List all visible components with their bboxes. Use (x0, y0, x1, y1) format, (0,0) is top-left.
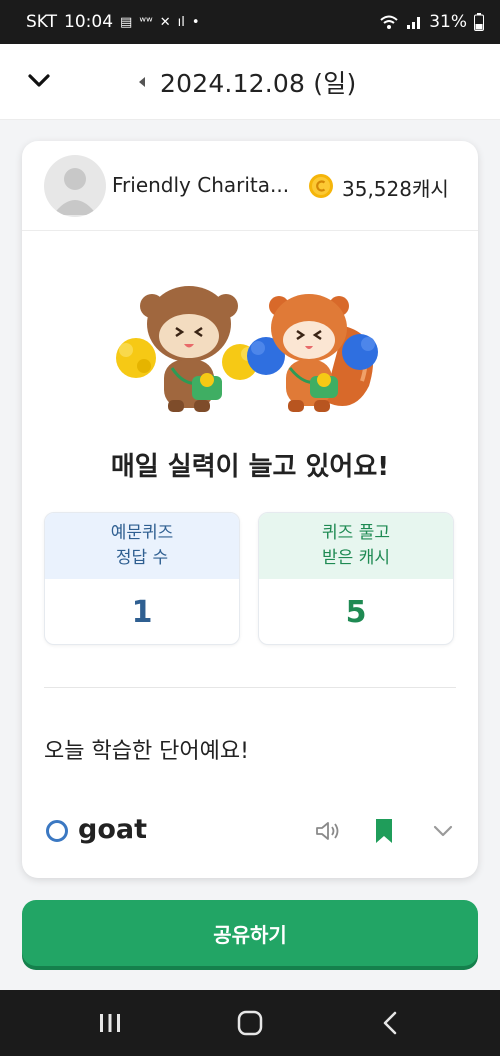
stat-label-line2: 받은 캐시 (322, 548, 390, 568)
speaker-icon[interactable] (314, 819, 342, 843)
chevron-down-icon[interactable] (432, 822, 454, 840)
user-silhouette-icon (53, 168, 97, 215)
status-bar: SKT 10:04 ▤ ʷʷ ✕ ıl • 31% (0, 0, 500, 44)
bars-icon: ıl (177, 14, 185, 30)
quiz-cash-earned: 5 (345, 595, 367, 630)
stat-label-line1: 예문퀴즈 (110, 523, 174, 543)
chevron-down-icon[interactable] (24, 66, 54, 96)
word-text: goat (78, 814, 148, 845)
stat-label-line1: 퀴즈 풀고 (322, 523, 390, 543)
cash-amount: 35,528캐시 (342, 177, 449, 201)
message-icon: ▤ (120, 14, 133, 30)
section-title: 오늘 학습한 단어예요! (44, 739, 249, 764)
profile-row: Friendly Charita... 35,528캐시 (22, 141, 478, 231)
study-summary-card: Friendly Charita... 35,528캐시 매일 실력이 늘고 있… (22, 141, 478, 878)
battery-percent: 31% (429, 12, 467, 32)
quiz-correct-count-box: 예문퀴즈 정답 수 1 (44, 512, 240, 645)
date-selector[interactable]: 2024.12.08 (일) (136, 44, 356, 120)
stat-label-line2: 정답 수 (115, 548, 169, 568)
word-list-item[interactable]: goat (22, 806, 478, 856)
back-icon[interactable] (381, 1010, 399, 1036)
blue-pompom-icon (342, 334, 378, 370)
signal-weak-icon: ʷʷ (139, 14, 153, 30)
bookmark-icon[interactable] (374, 818, 394, 844)
dot-icon: • (191, 14, 200, 30)
circle-marker-icon (46, 820, 68, 842)
share-button[interactable]: 공유하기 (22, 900, 478, 966)
wifi-icon (380, 15, 398, 29)
divider (44, 687, 456, 688)
coin-icon (309, 174, 333, 198)
cross-icon: ✕ (159, 14, 171, 30)
yellow-pompom-icon (116, 338, 156, 378)
quiz-cash-earned-box: 퀴즈 풀고 받은 캐시 5 (258, 512, 454, 645)
caret-left-icon[interactable] (136, 75, 148, 89)
carrier: SKT (26, 12, 58, 32)
system-nav-bar (0, 990, 500, 1056)
recent-apps-icon[interactable] (98, 1012, 122, 1034)
clock: 10:04 (64, 12, 114, 32)
cheering-mascots-illustration (116, 286, 378, 412)
cellular-icon (407, 17, 421, 29)
stat-label: 예문퀴즈 정답 수 (45, 513, 239, 579)
status-right: 31% (379, 12, 484, 32)
home-icon[interactable] (237, 1010, 263, 1036)
avatar (44, 155, 106, 217)
user-name: Friendly Charita... (112, 173, 290, 197)
quiz-correct-count: 1 (131, 595, 153, 630)
status-left: SKT 10:04 ▤ ʷʷ ✕ ıl • (26, 12, 200, 32)
date-label: 2024.12.08 (일) (160, 69, 357, 98)
monkey-character (140, 286, 238, 412)
app-header: 2024.12.08 (일) (0, 44, 500, 120)
headline: 매일 실력이 늘고 있어요! (110, 452, 390, 482)
stat-label: 퀴즈 풀고 받은 캐시 (259, 513, 453, 579)
battery-icon (474, 13, 484, 31)
